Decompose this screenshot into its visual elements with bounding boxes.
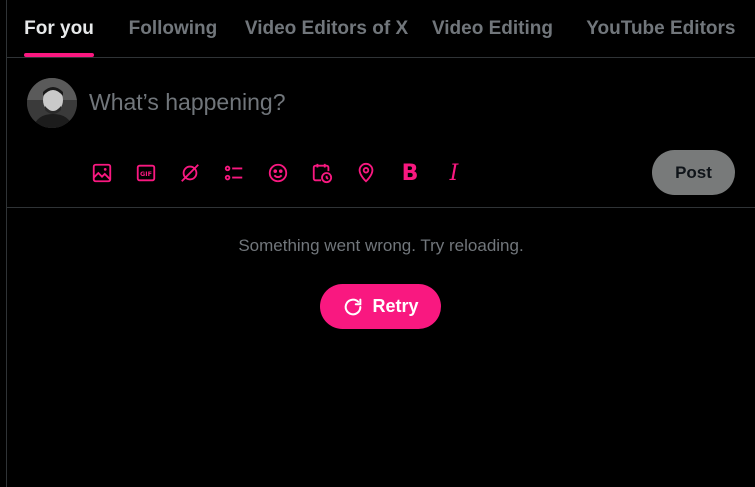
post-composer: What’s happening? GIF B I Post — [7, 59, 755, 208]
tab-label: For you — [24, 17, 94, 39]
italic-icon[interactable]: I — [432, 156, 476, 190]
avatar[interactable] — [27, 78, 77, 128]
tab-label: Video Editing — [431, 17, 553, 39]
tab-youtube-editors[interactable]: YouTube Editors — [567, 0, 755, 57]
tab-following[interactable]: Following — [111, 0, 235, 57]
bold-icon[interactable]: B — [388, 156, 432, 190]
tab-video-editors-of-x[interactable]: Video Editors of X — [235, 0, 418, 57]
retry-label: Retry — [372, 296, 419, 316]
compose-input[interactable]: What’s happening? — [89, 89, 286, 116]
tab-label: Video Editors of X — [244, 17, 409, 39]
gif-icon[interactable]: GIF — [124, 156, 168, 190]
error-message: Something went wrong. Try reloading. — [238, 236, 524, 255]
svg-text:GIF: GIF — [140, 170, 152, 178]
tab-video-editing[interactable]: Video Editing — [418, 0, 567, 57]
tab-label: Following — [128, 17, 218, 39]
italic-glyph: I — [449, 160, 459, 186]
grok-icon[interactable] — [168, 156, 212, 190]
emoji-icon[interactable] — [256, 156, 300, 190]
post-button[interactable]: Post — [652, 150, 735, 195]
refresh-icon — [342, 296, 364, 318]
schedule-icon[interactable] — [300, 156, 344, 190]
active-tab-indicator — [24, 53, 95, 57]
media-icon[interactable] — [80, 156, 124, 190]
tab-label: YouTube Editors — [586, 17, 736, 39]
location-icon[interactable] — [344, 156, 388, 190]
compose-toolbar: GIF B I — [80, 156, 476, 190]
timeline-tabs: For you Following Video Editors of X Vid… — [7, 0, 755, 58]
poll-icon[interactable] — [212, 156, 256, 190]
retry-button[interactable]: Retry — [320, 284, 441, 329]
bold-glyph: B — [401, 160, 419, 186]
tab-for-you[interactable]: For you — [7, 0, 111, 57]
